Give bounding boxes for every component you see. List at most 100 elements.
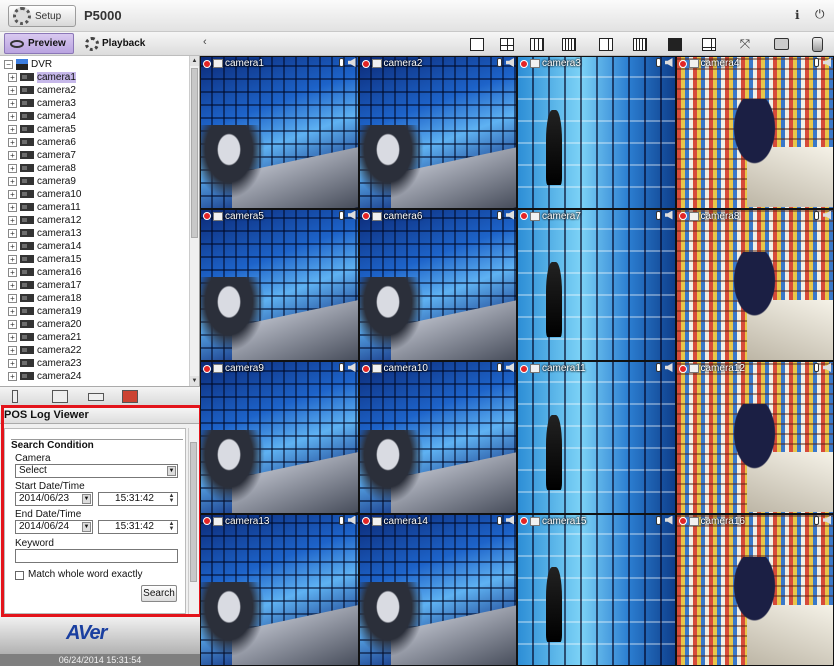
speaker-icon[interactable] xyxy=(347,363,356,372)
speaker-icon[interactable] xyxy=(823,210,831,220)
microphone-icon[interactable] xyxy=(338,363,344,372)
tree-camera-item[interactable]: + camera18 xyxy=(0,292,199,305)
tree-camera-item[interactable]: + camera2 xyxy=(0,84,199,97)
expand-icon[interactable]: + xyxy=(8,111,17,121)
speaker-icon[interactable] xyxy=(664,210,673,220)
microphone-icon[interactable] xyxy=(338,58,344,67)
storage-button[interactable] xyxy=(805,34,829,54)
tree-camera-item[interactable]: + camera5 xyxy=(0,123,199,136)
expand-icon[interactable]: + xyxy=(8,293,17,303)
layout-full-button[interactable] xyxy=(663,34,687,54)
expand-icon[interactable]: + xyxy=(8,332,17,342)
microphone-icon[interactable] xyxy=(814,58,819,67)
speaker-icon[interactable] xyxy=(506,515,514,525)
collapse-panel-button[interactable]: ‹ xyxy=(203,36,207,48)
scroll-down-arrow-icon[interactable]: ▼ xyxy=(190,376,199,386)
pos-icon[interactable] xyxy=(88,393,104,401)
expand-icon[interactable]: + xyxy=(8,241,17,251)
microphone-icon[interactable] xyxy=(497,58,502,67)
layout-1x1-button[interactable] xyxy=(465,34,489,54)
collapse-icon[interactable]: − xyxy=(4,59,13,69)
speaker-icon[interactable] xyxy=(506,363,514,372)
tree-camera-item[interactable]: + camera23 xyxy=(0,357,199,370)
expand-icon[interactable]: + xyxy=(8,306,17,316)
speaker-icon[interactable] xyxy=(823,515,831,525)
tree-camera-item[interactable]: + camera4 xyxy=(0,110,199,123)
microphone-icon[interactable] xyxy=(814,210,819,220)
expand-icon[interactable]: + xyxy=(8,202,17,212)
tree-scrollbar[interactable]: ▲ ▼ xyxy=(189,56,199,386)
speaker-icon[interactable] xyxy=(347,515,356,525)
tree-camera-item[interactable]: + camera22 xyxy=(0,344,199,357)
tree-camera-item[interactable]: + camera24 xyxy=(0,370,199,383)
layout-corner-button[interactable] xyxy=(697,34,721,54)
expand-icon[interactable]: + xyxy=(8,345,17,355)
microphone-icon[interactable] xyxy=(338,210,344,220)
tree-camera-item[interactable]: + camera21 xyxy=(0,331,199,344)
expand-icon[interactable]: + xyxy=(8,189,17,199)
expand-icon[interactable]: + xyxy=(8,176,17,186)
speaker-icon[interactable] xyxy=(823,363,831,372)
expand-icon[interactable]: + xyxy=(8,254,17,264)
expand-icon[interactable]: + xyxy=(8,215,17,225)
tree-camera-item[interactable]: + camera11 xyxy=(0,201,199,214)
camera-view-tile[interactable]: camera9 xyxy=(200,361,359,514)
speaker-icon[interactable] xyxy=(664,58,673,67)
expand-icon[interactable]: + xyxy=(8,163,17,173)
expand-icon[interactable]: + xyxy=(8,124,17,134)
tree-camera-item[interactable]: + camera15 xyxy=(0,253,199,266)
expand-icon[interactable]: + xyxy=(8,267,17,277)
microphone-icon[interactable] xyxy=(655,210,661,220)
snapshot-button[interactable] xyxy=(769,34,793,54)
tree-camera-item[interactable]: + camera7 xyxy=(0,149,199,162)
tree-camera-item[interactable]: + camera9 xyxy=(0,175,199,188)
camera-view-tile[interactable]: camera2 xyxy=(358,56,517,209)
log-icon[interactable] xyxy=(52,390,68,403)
tree-camera-item[interactable]: + camera3 xyxy=(0,97,199,110)
camera-view-tile[interactable]: camera5 xyxy=(200,208,359,361)
preview-tab[interactable]: Preview xyxy=(4,33,74,54)
microphone-icon[interactable] xyxy=(497,210,502,220)
camera-view-tile[interactable]: camera15 xyxy=(517,513,676,666)
speaker-icon[interactable] xyxy=(506,58,514,67)
expand-icon[interactable]: + xyxy=(8,358,17,368)
microphone-icon[interactable] xyxy=(497,363,502,372)
expand-icon[interactable]: + xyxy=(8,319,17,329)
tree-camera-item[interactable]: + camera16 xyxy=(0,266,199,279)
camera-view-tile[interactable]: camera13 xyxy=(200,513,359,666)
camera-view-tile[interactable]: camera8 xyxy=(675,208,834,361)
expand-icon[interactable]: + xyxy=(8,137,17,147)
info-icon[interactable]: ℹ xyxy=(795,8,800,22)
tree-root[interactable]: − DVR xyxy=(0,58,199,71)
camera-view-tile[interactable]: camera6 xyxy=(358,208,517,361)
layout-3x3-button[interactable] xyxy=(525,34,549,54)
microphone-icon[interactable] xyxy=(655,363,661,372)
microphone-icon[interactable] xyxy=(338,515,344,525)
camera-view-tile[interactable]: camera14 xyxy=(358,513,517,666)
power-icon[interactable]: ⏻ xyxy=(815,7,825,22)
tree-camera-item[interactable]: + camera12 xyxy=(0,214,199,227)
expand-icon[interactable]: + xyxy=(8,280,17,290)
speaker-icon[interactable] xyxy=(823,58,831,67)
microphone-icon[interactable] xyxy=(814,363,819,372)
tree-camera-item[interactable]: + camera14 xyxy=(0,240,199,253)
microphone-icon[interactable] xyxy=(655,515,661,525)
camera-view-tile[interactable]: camera11 xyxy=(517,361,676,514)
tree-camera-item[interactable]: + camera6 xyxy=(0,136,199,149)
scroll-up-arrow-icon[interactable]: ▲ xyxy=(190,56,199,66)
speaker-icon[interactable] xyxy=(664,515,673,525)
expand-icon[interactable]: + xyxy=(8,72,17,82)
camera-view-tile[interactable]: camera3 xyxy=(517,56,676,209)
expand-icon[interactable]: + xyxy=(8,228,17,238)
alarm-icon[interactable] xyxy=(122,390,138,403)
pin-icon[interactable] xyxy=(12,390,18,403)
camera-view-tile[interactable]: camera1 xyxy=(200,56,359,209)
expand-icon[interactable]: + xyxy=(8,150,17,160)
expand-icon[interactable]: + xyxy=(8,85,17,95)
speaker-icon[interactable] xyxy=(506,210,514,220)
speaker-icon[interactable] xyxy=(347,58,356,67)
microphone-icon[interactable] xyxy=(814,515,819,525)
expand-icon[interactable]: + xyxy=(8,371,17,381)
setup-button[interactable]: Setup xyxy=(8,5,76,27)
tree-camera-item[interactable]: + camera19 xyxy=(0,305,199,318)
